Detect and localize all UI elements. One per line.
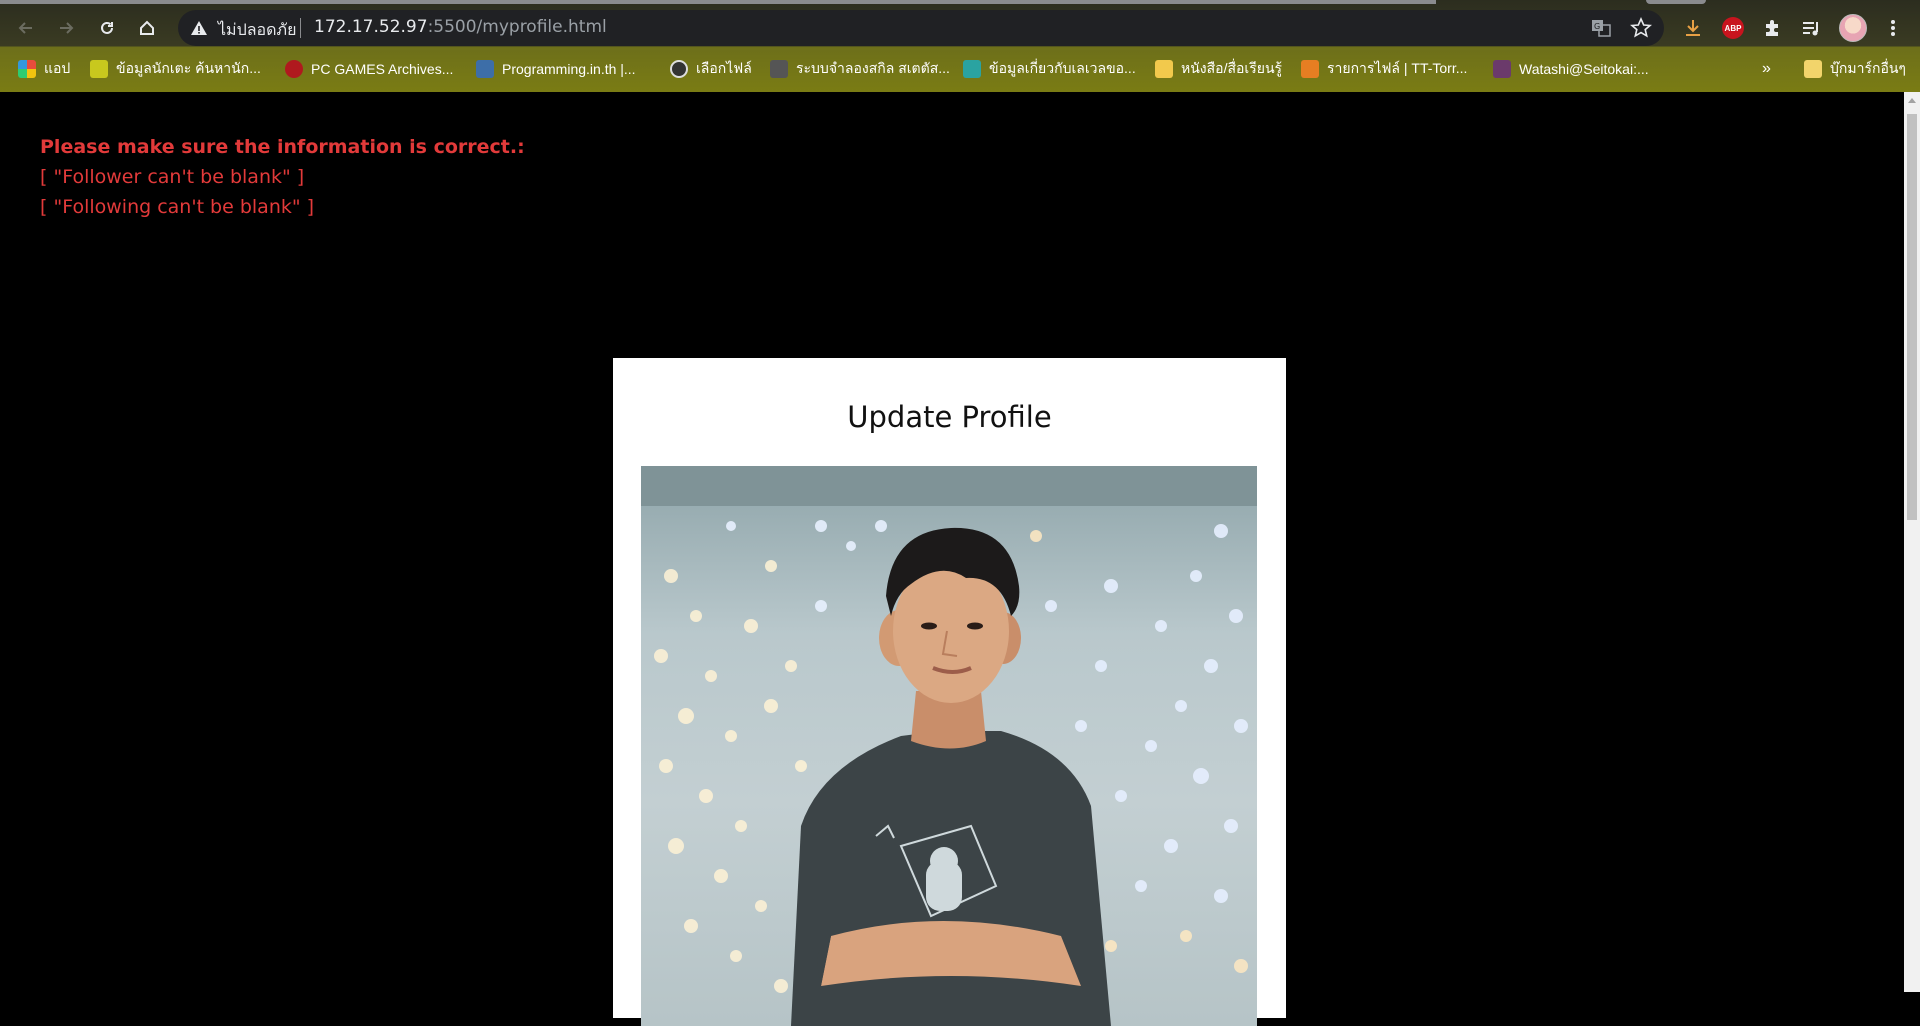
svg-text:G: G (1594, 22, 1600, 31)
bookmarks-bar: แอป ข้อมูลนักเตะ ค้นหานัก... PC GAMES Ar… (0, 54, 1920, 84)
bookmark-label: เลือกไฟล์ (696, 60, 752, 76)
adblock-icon: ABP (1722, 17, 1744, 39)
arrow-left-icon (18, 22, 32, 34)
bookmark-apps[interactable]: แอป (18, 58, 70, 80)
security-label[interactable]: ไม่ปลอดภัย (218, 18, 296, 43)
other-bookmarks-label: บุ๊กมาร์กอื่นๆ (1830, 60, 1906, 76)
extensions-button[interactable] (1757, 13, 1787, 43)
bookmark-favicon-icon (770, 60, 788, 78)
bookmark-label: Watashi@Seitokai:... (1519, 61, 1649, 77)
download-icon (1686, 20, 1700, 36)
bookmark-label: ข้อมูลเกี่ยวกับเลเวลขอ... (989, 60, 1136, 76)
back-button[interactable] (12, 14, 40, 42)
bookmark-favicon-icon (476, 60, 494, 78)
bookmark-favicon-icon (1301, 60, 1319, 78)
other-bookmarks-folder[interactable]: บุ๊กมาร์กอื่นๆ (1804, 58, 1906, 80)
menu-button[interactable] (1878, 13, 1908, 43)
avatar (1839, 14, 1867, 42)
downloads-button[interactable] (1678, 13, 1708, 43)
forward-button[interactable] (52, 14, 80, 42)
reload-button[interactable] (93, 14, 121, 42)
bookmarks-overflow-button[interactable]: » (1762, 58, 1771, 80)
bookmark-label: Programming.in.th |... (502, 61, 636, 77)
star-icon[interactable] (1630, 17, 1652, 39)
browser-chrome: ไม่ปลอดภัย 172.17.52.97:5500/myprofile.h… (0, 0, 1920, 92)
bookmark-item[interactable]: Watashi@Seitokai:... (1493, 58, 1649, 80)
tab-strip (0, 0, 1436, 4)
bookmark-item[interactable]: รายการไฟล์ | TT-Torr... (1301, 58, 1467, 80)
bookmark-label: หนังสือ/สื่อเรียนรู้ (1181, 60, 1283, 76)
bookmark-label: รายการไฟล์ | TT-Torr... (1327, 60, 1468, 76)
profile-photo (641, 466, 1257, 1026)
card-title: Update Profile (847, 400, 1052, 434)
bookmark-item[interactable]: PC GAMES Archives... (285, 58, 453, 80)
bookmark-favicon-icon (285, 60, 303, 78)
error-title: Please make sure the information is corr… (40, 136, 525, 158)
profile-button[interactable] (1838, 13, 1868, 43)
home-icon (140, 20, 154, 35)
more-vert-icon (1891, 20, 1895, 36)
error-message: [ "Following can't be blank" ] (40, 196, 315, 218)
folder-icon (1804, 60, 1822, 78)
arrow-right-icon (60, 22, 74, 34)
page-content: Please make sure the information is corr… (0, 92, 1904, 1026)
bookmark-item[interactable]: Programming.in.th |... (476, 58, 636, 80)
profile-photo-image (641, 466, 1257, 1026)
bookmark-item[interactable]: ข้อมูลนักเตะ ค้นหานัก... (90, 58, 261, 80)
bookmark-item[interactable]: เลือกไฟล์ (670, 58, 752, 80)
bookmark-item[interactable]: ข้อมูลเกี่ยวกับเลเวลขอ... (963, 58, 1136, 80)
update-profile-card: Update Profile (613, 358, 1286, 1026)
adblock-button[interactable]: ABP (1718, 13, 1748, 43)
bookmark-item[interactable]: ระบบจำลองสกิล สเตตัส... (770, 58, 950, 80)
scroll-up-arrow-icon[interactable] (1908, 98, 1916, 103)
bookmark-favicon-icon (963, 60, 981, 78)
url-path: :5500/myprofile.html (427, 17, 607, 37)
scrollbar-thumb[interactable] (1907, 114, 1917, 520)
error-message: [ "Follower can't be blank" ] (40, 166, 305, 188)
url-text[interactable]: 172.17.52.97:5500/myprofile.html (314, 17, 607, 37)
globe-icon (670, 60, 688, 78)
bookmark-label: แอป (44, 60, 71, 76)
puzzle-icon (1766, 20, 1778, 36)
apps-grid-icon (18, 60, 36, 78)
tab-strip-end (1646, 0, 1706, 4)
playlist-icon (1803, 22, 1818, 36)
media-button[interactable] (1796, 13, 1826, 43)
bookmark-label: ระบบจำลองสกิล สเตตัส... (796, 60, 950, 76)
bookmark-favicon-icon (1493, 60, 1511, 78)
home-button[interactable] (133, 14, 161, 42)
bookmark-label: PC GAMES Archives... (311, 61, 454, 77)
bookmark-favicon-icon (90, 60, 108, 78)
address-bar[interactable]: ไม่ปลอดภัย 172.17.52.97:5500/myprofile.h… (178, 10, 1664, 46)
translate-icon[interactable]: G (1590, 17, 1612, 39)
warning-icon[interactable] (190, 19, 208, 37)
bookmark-label: ข้อมูลนักเตะ ค้นหานัก... (116, 60, 261, 76)
bookmark-favicon-icon (1155, 60, 1173, 78)
address-separator (300, 18, 301, 38)
reload-icon (101, 21, 113, 34)
bookmark-item[interactable]: หนังสือ/สื่อเรียนรู้ (1155, 58, 1282, 80)
page-scrollbar[interactable] (1904, 92, 1920, 992)
url-host: 172.17.52.97 (314, 17, 428, 37)
